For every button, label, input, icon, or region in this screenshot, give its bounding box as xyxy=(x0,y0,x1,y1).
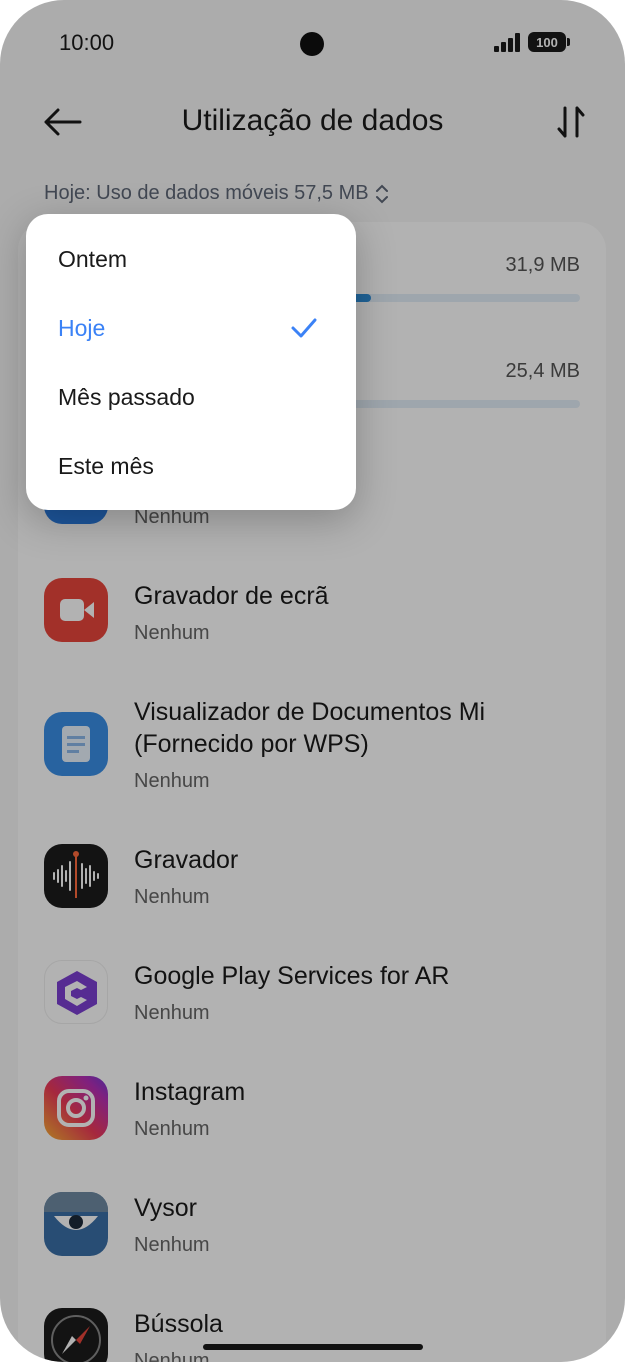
period-menu: Ontem Hoje Mês passado Este mês xyxy=(26,214,356,510)
home-indicator[interactable] xyxy=(203,1344,423,1350)
menu-item-yesterday[interactable]: Ontem xyxy=(58,246,127,273)
menu-item-this-month[interactable]: Este mês xyxy=(58,453,154,480)
check-icon xyxy=(291,318,317,338)
phone-screen: 10:00 100 Utilização de dados Hoje: Uso … xyxy=(0,0,625,1362)
menu-item-last-month[interactable]: Mês passado xyxy=(58,384,195,411)
menu-item-today[interactable]: Hoje xyxy=(58,315,105,342)
dim-overlay[interactable] xyxy=(0,0,625,1362)
